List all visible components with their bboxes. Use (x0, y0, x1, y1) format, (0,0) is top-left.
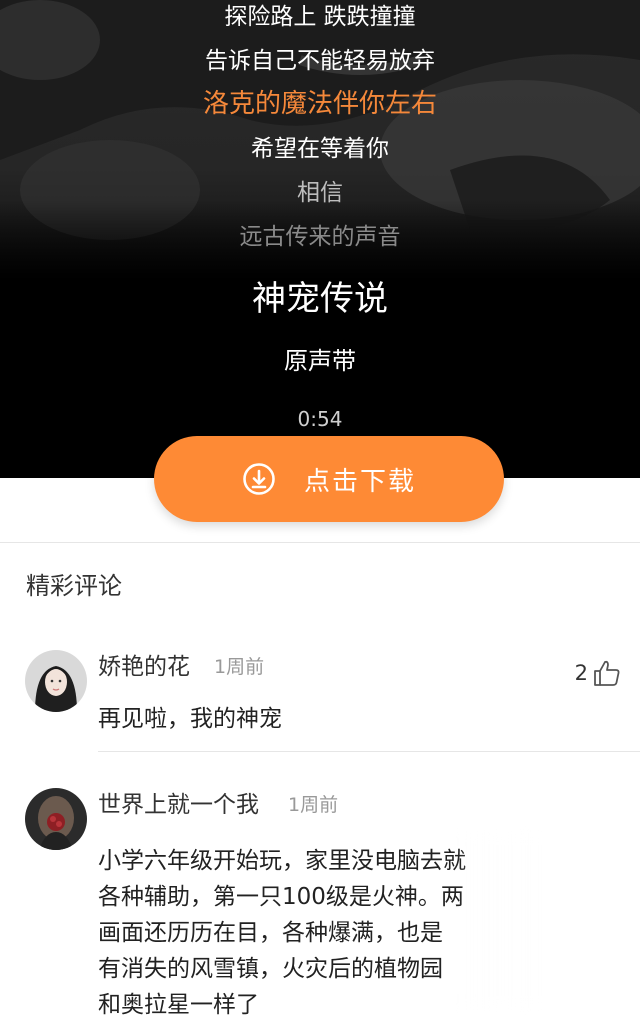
download-button[interactable]: 点击下载 (154, 436, 504, 522)
download-circle-icon (243, 463, 275, 495)
comment-time: 1周前 (214, 656, 265, 678)
download-button-label: 点击下载 (303, 466, 416, 497)
player-hero: 探险路上 跌跌撞撞 告诉自己不能轻易放弃 洛克的魔法伴你左右 希望在等着你 相信… (0, 0, 640, 478)
comment-time: 1周前 (288, 794, 339, 816)
thumbs-up-icon[interactable] (592, 658, 622, 688)
comments-section-title: 精彩评论 (26, 572, 122, 600)
comment-author[interactable]: 娇艳的花 (98, 652, 190, 682)
lyric-line: 告诉自己不能轻易放弃 (205, 48, 435, 74)
lyric-line: 希望在等着你 (251, 136, 389, 162)
song-subtitle: 原声带 (284, 347, 356, 375)
avatar[interactable] (25, 650, 87, 712)
song-title: 神宠传说 (252, 279, 388, 319)
lyric-line: 远古传来的声音 (239, 224, 401, 250)
lyric-line: 相信 (297, 180, 343, 206)
comment-author[interactable]: 世界上就一个我 (98, 790, 259, 820)
comment-text: 再见啦，我的神宠 (98, 706, 282, 732)
lyric-line: 探险路上 跌跌撞撞 (224, 4, 416, 30)
avatar[interactable] (25, 788, 87, 850)
playback-time: 0:54 (297, 407, 343, 431)
comment-divider (98, 751, 640, 752)
lyric-line-current: 洛克的魔法伴你左右 (202, 89, 437, 119)
section-divider (0, 542, 640, 543)
like-count: 2 (574, 661, 588, 685)
blur-overlay (462, 830, 640, 1011)
